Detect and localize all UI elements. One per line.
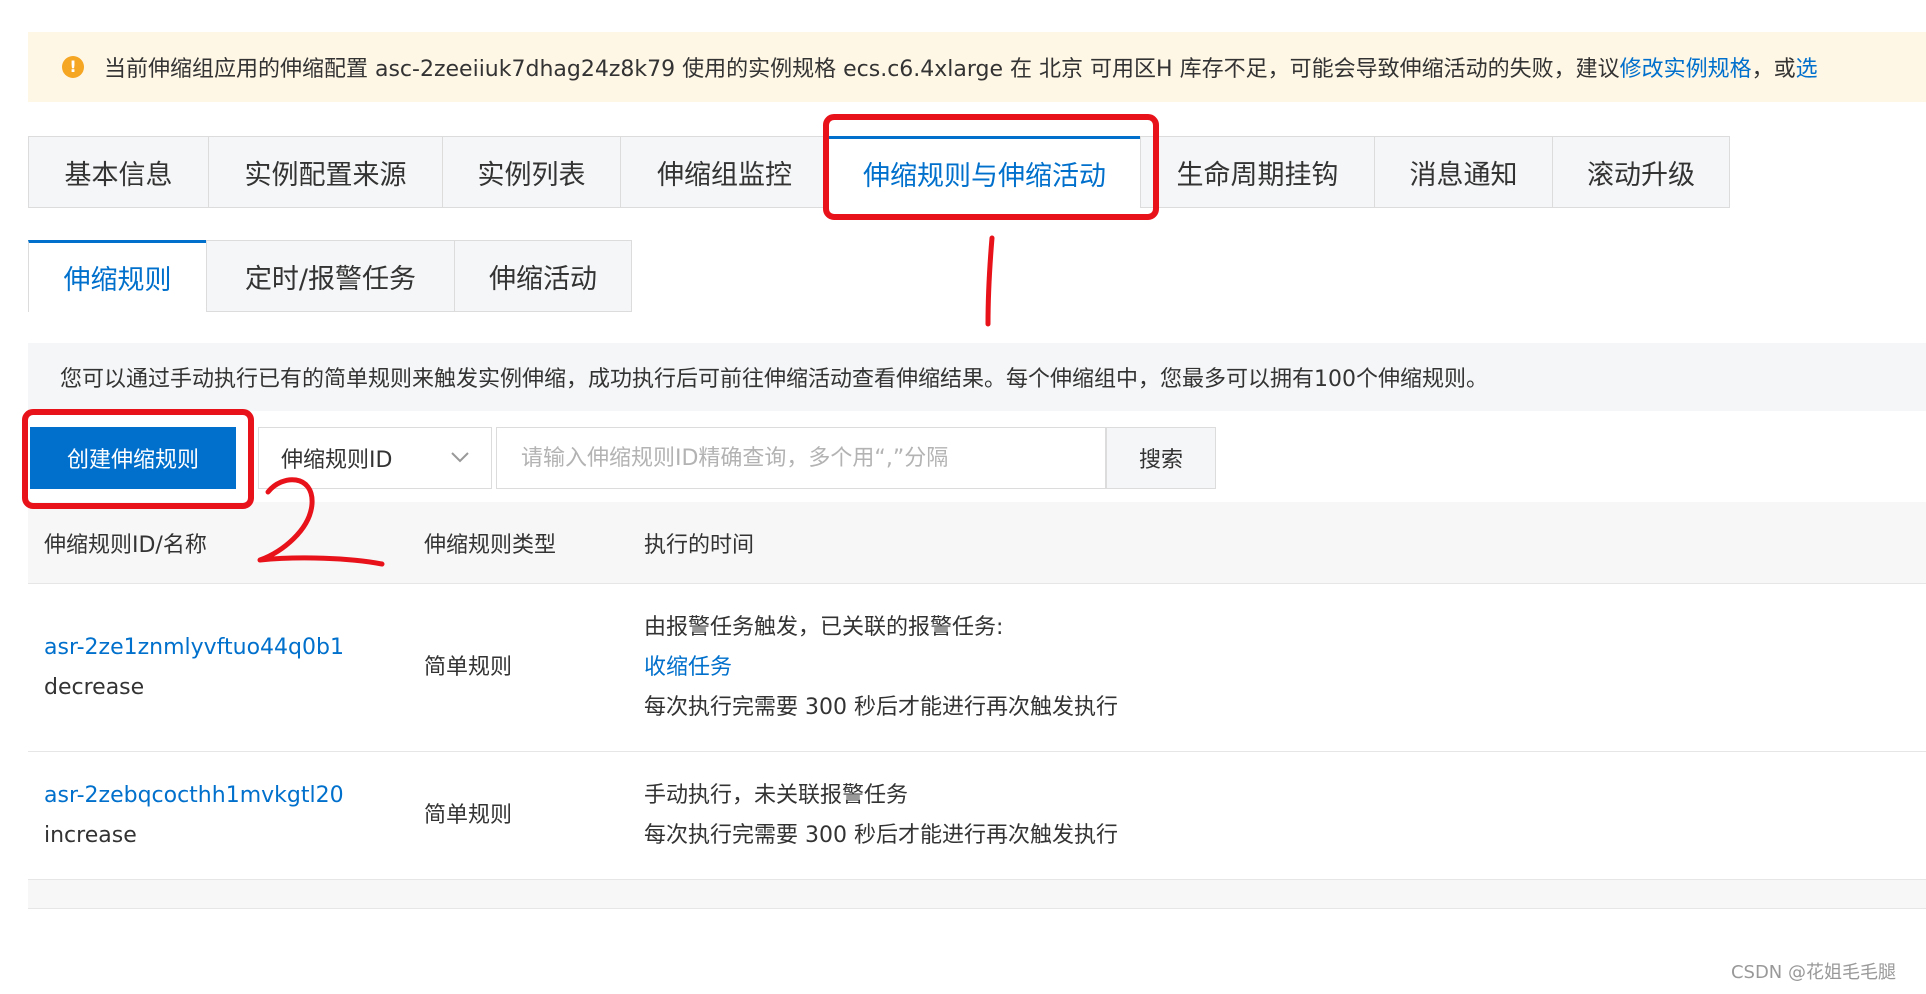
tab-scaling-rules-activities[interactable]: 伸缩规则与伸缩活动: [828, 136, 1140, 208]
primary-tabs: 基本信息 实例配置来源 实例列表 伸缩组监控 伸缩规则与伸缩活动 生命周期挂钩 …: [28, 136, 1730, 208]
tab-label: 实例配置来源: [244, 159, 407, 191]
tab-scaling-activities[interactable]: 伸缩活动: [454, 240, 632, 312]
tab-label: 伸缩组监控: [657, 159, 792, 191]
column-header-exec-time: 执行的时间: [644, 533, 755, 558]
modify-instance-type-link[interactable]: 修改实例规格: [1620, 51, 1752, 83]
tab-instance-list[interactable]: 实例列表: [442, 136, 620, 208]
watermark: CSDN @花姐毛毛腿: [1730, 962, 1896, 983]
exec-time-desc: 手动执行，未关联报警任务: [644, 783, 909, 808]
create-scaling-rule-button[interactable]: 创建伸缩规则: [30, 427, 236, 489]
annotation-step-1-mark: [985, 235, 995, 327]
tab-instance-config-source[interactable]: 实例配置来源: [208, 136, 442, 208]
rule-id-link[interactable]: asr-2zebqcocthh1mvkgtl20: [44, 776, 344, 816]
tab-label: 实例列表: [477, 159, 586, 191]
banner-text: 当前伸缩组应用的伸缩配置 asc-2zeeiiuk7dhag24z8k79 使用…: [104, 57, 1620, 82]
tab-notifications[interactable]: 消息通知: [1374, 136, 1552, 208]
button-label: 搜索: [1138, 448, 1183, 473]
cooldown-text: 每次执行完需要 300 秒后才能进行再次触发执行: [644, 823, 1118, 848]
tab-lifecycle-hooks[interactable]: 生命周期挂钩: [1140, 136, 1374, 208]
tab-label: 伸缩规则与伸缩活动: [863, 161, 1106, 192]
secondary-tabs: 伸缩规则 定时/报警任务 伸缩活动: [28, 240, 632, 312]
exec-time-desc: 由报警任务触发，已关联的报警任务:: [644, 615, 1004, 640]
tab-label: 生命周期挂钩: [1176, 159, 1339, 191]
table-footer: [28, 880, 1926, 909]
tab-label: 伸缩活动: [489, 263, 597, 295]
banner-link-2[interactable]: 选: [1796, 51, 1818, 83]
search-button[interactable]: 搜索: [1106, 427, 1216, 489]
tab-group-monitor[interactable]: 伸缩组监控: [620, 136, 828, 208]
button-label: 创建伸缩规则: [66, 448, 199, 473]
table-row: asr-2ze1znmlyvftuo44q0b1 decrease 简单规则 由…: [28, 584, 1926, 752]
tab-label: 基本信息: [64, 159, 173, 191]
tab-label: 消息通知: [1409, 159, 1518, 191]
rule-name: decrease: [44, 675, 145, 700]
select-value: 伸缩规则ID: [281, 448, 393, 473]
rule-type: 简单规则: [424, 655, 513, 680]
table-row: asr-2zebqcocthh1mvkgtl20 increase 简单规则 手…: [28, 752, 1926, 880]
alarm-task-link[interactable]: 收缩任务: [644, 648, 1118, 688]
warning-banner: ! 当前伸缩组应用的伸缩配置 asc-2zeeiiuk7dhag24z8k79 …: [28, 32, 1926, 102]
tab-label: 定时/报警任务: [244, 263, 417, 295]
column-header-type: 伸缩规则类型: [424, 533, 557, 558]
tab-label: 滚动升级: [1587, 159, 1695, 191]
cooldown-text: 每次执行完需要 300 秒后才能进行再次触发执行: [644, 695, 1118, 720]
info-text: 您可以通过手动执行已有的简单规则来触发实例伸缩，成功执行后可前往伸缩活动查看伸缩…: [60, 367, 1488, 392]
info-notice: 您可以通过手动执行已有的简单规则来触发实例伸缩，成功执行后可前往伸缩活动查看伸缩…: [28, 343, 1926, 411]
tab-scaling-rules[interactable]: 伸缩规则: [28, 240, 206, 312]
tab-rolling-upgrade[interactable]: 滚动升级: [1552, 136, 1730, 208]
banner-separator: ，或: [1751, 57, 1796, 82]
tab-scheduled-alarm-tasks[interactable]: 定时/报警任务: [206, 240, 454, 312]
warning-icon: !: [62, 56, 84, 78]
tab-basic-info[interactable]: 基本信息: [28, 136, 208, 208]
search-field-select[interactable]: 伸缩规则ID: [258, 427, 492, 489]
tab-label: 伸缩规则: [63, 265, 172, 296]
table-header: 伸缩规则ID/名称 伸缩规则类型 执行的时间: [28, 502, 1926, 584]
rule-id-link[interactable]: asr-2ze1znmlyvftuo44q0b1: [44, 628, 344, 668]
rule-type: 简单规则: [424, 803, 513, 828]
column-header-id-name: 伸缩规则ID/名称: [44, 533, 207, 558]
search-input[interactable]: [496, 427, 1106, 489]
chevron-down-icon: [451, 452, 469, 463]
rule-name: increase: [44, 823, 137, 848]
